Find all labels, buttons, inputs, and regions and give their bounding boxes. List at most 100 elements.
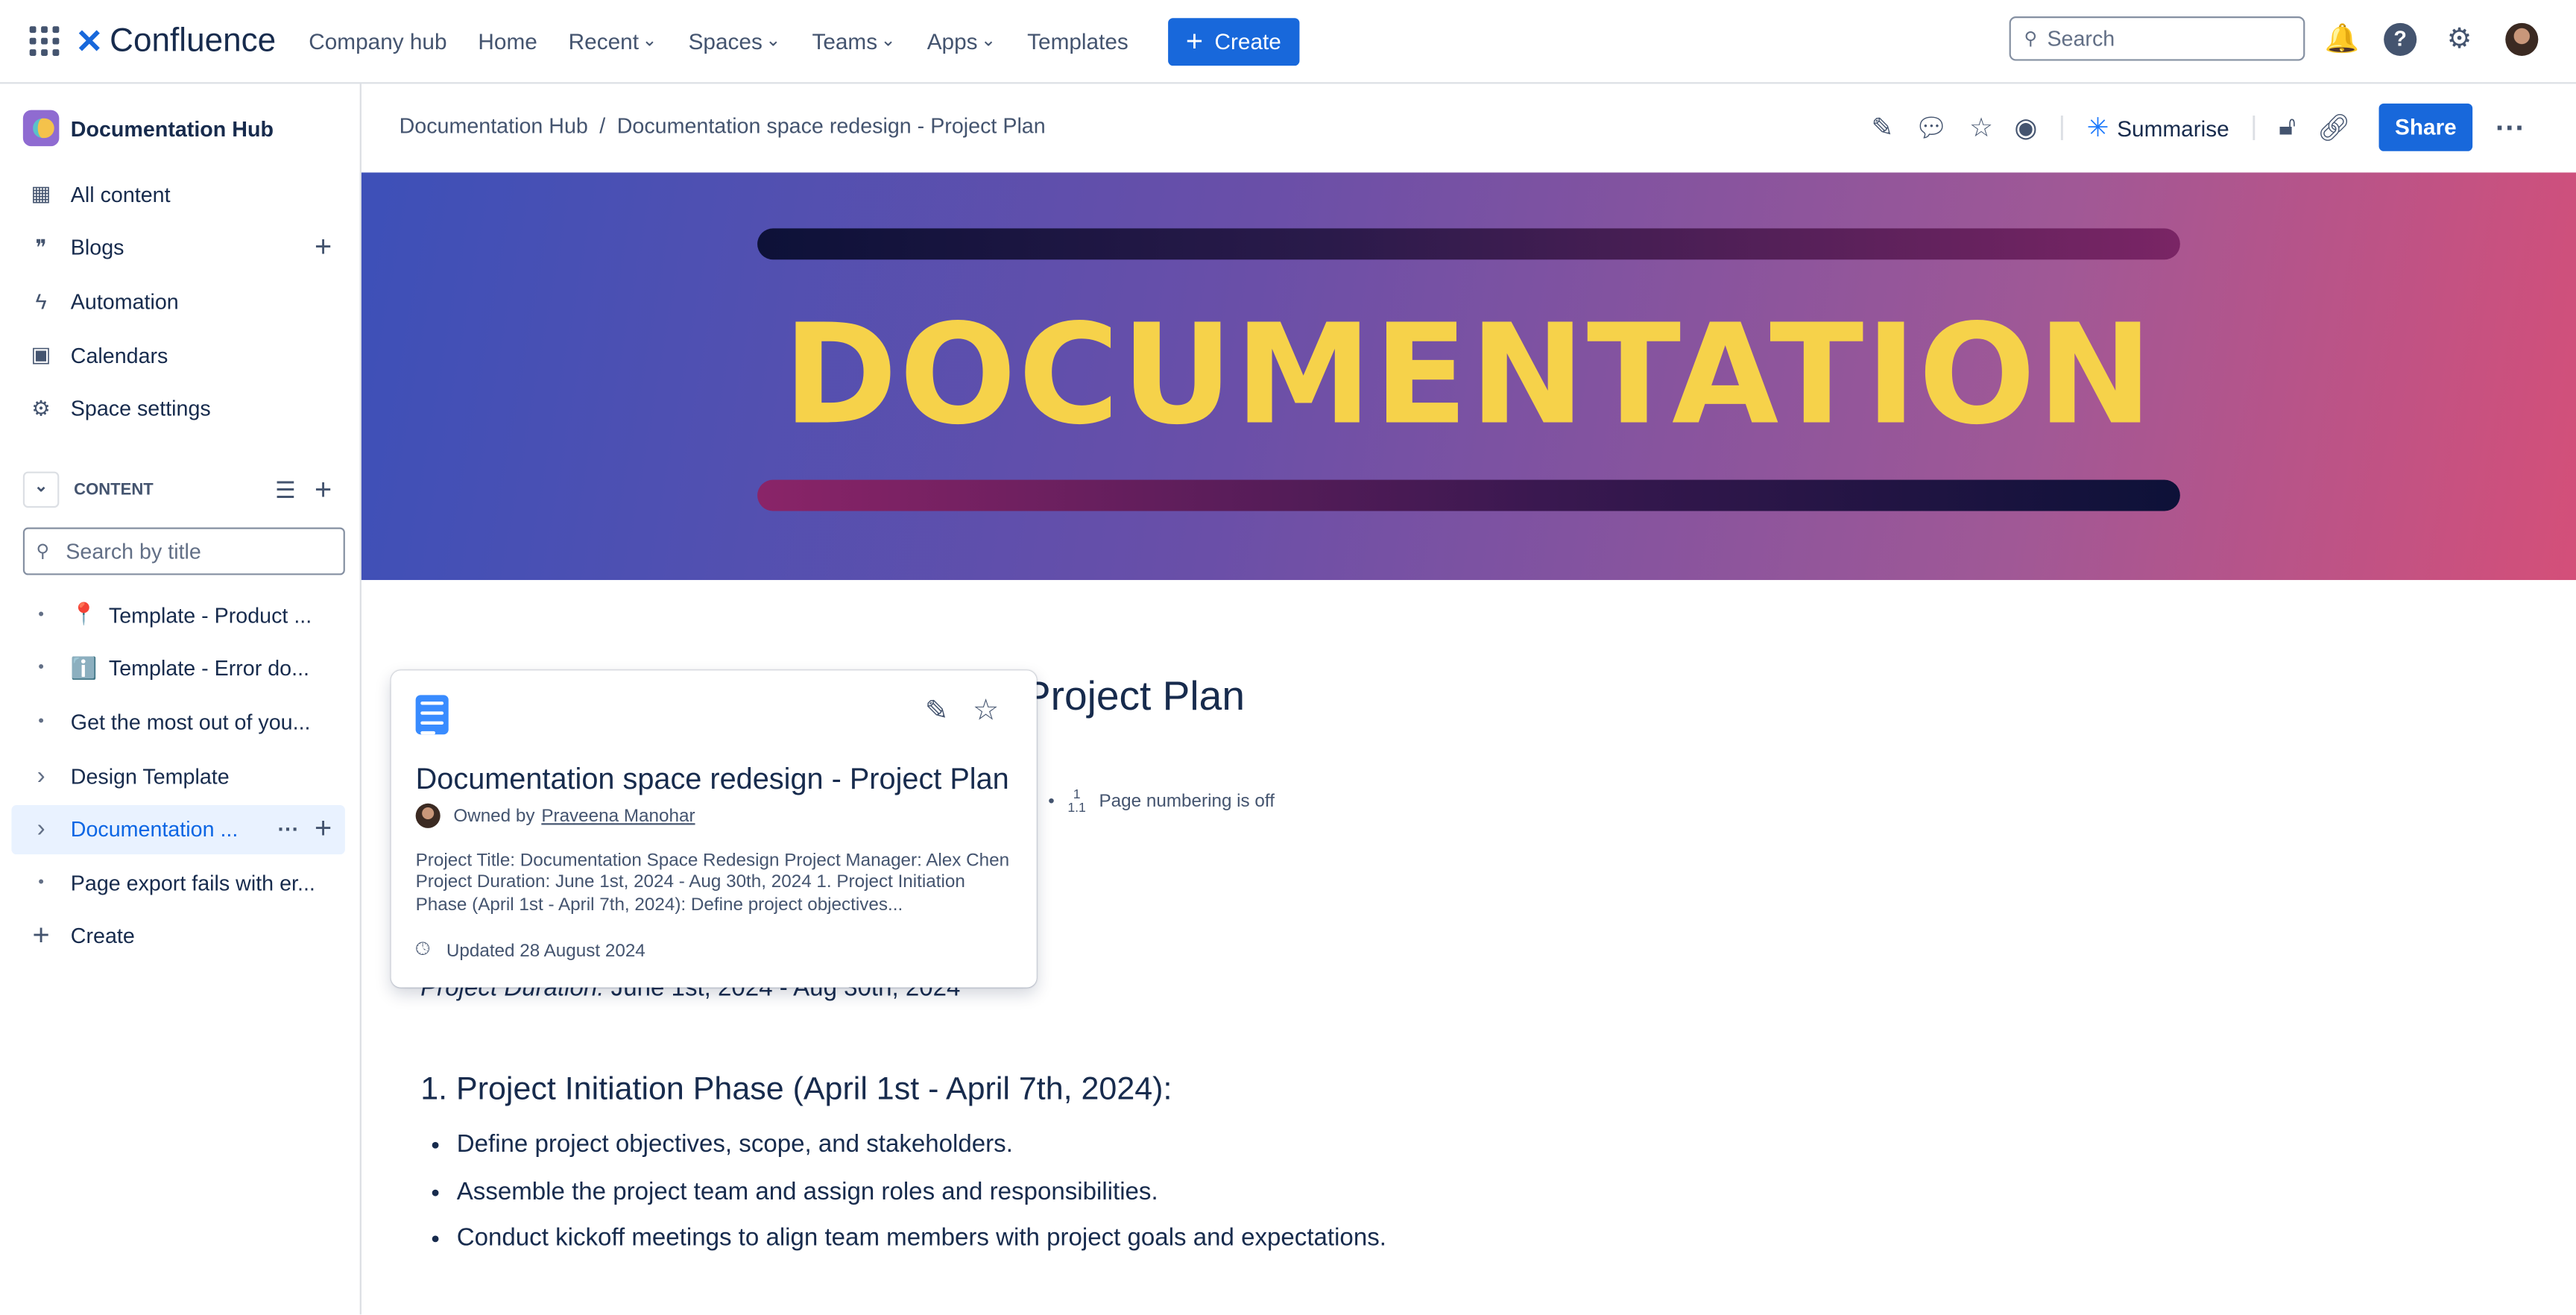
chevron-down-icon[interactable]: ⌄ <box>22 471 60 508</box>
nav-templates[interactable]: Templates <box>1027 29 1128 54</box>
sidebar-item-label: All content <box>70 181 171 206</box>
owner-link[interactable]: Praveena Manohar <box>541 806 695 825</box>
sidebar-item-label: Automation <box>70 288 179 314</box>
edit-pencil-icon[interactable]: ✎ <box>925 695 948 728</box>
sidebar-item-all-content[interactable]: ▦ All content <box>23 172 345 215</box>
nav-home[interactable]: Home <box>478 29 537 54</box>
bullet-icon: • <box>38 659 44 678</box>
content-label: CONTENT <box>74 480 154 499</box>
breadcrumb-space[interactable]: Documentation Hub <box>400 113 588 138</box>
chevron-down-icon[interactable]: ⌄ <box>765 29 780 54</box>
card-title[interactable]: Documentation space redesign - Project P… <box>416 763 1009 797</box>
banner-bar-top <box>757 228 2180 260</box>
card-owner: Owned by Praveena Manohar <box>415 803 695 828</box>
search-by-title-input[interactable]: ⚲ Search by title <box>22 527 345 575</box>
page-emoji-icon: 📍 <box>70 601 98 626</box>
more-actions-icon[interactable]: ··· <box>2496 105 2525 151</box>
nav-apps[interactable]: Apps <box>927 29 978 54</box>
owner-avatar <box>415 803 441 828</box>
page-tree-label: Design Template <box>70 763 230 789</box>
page-numbering-status[interactable]: Page numbering is off <box>1099 792 1275 811</box>
quote-icon: ❞ <box>35 234 47 259</box>
nav-company-hub[interactable]: Company hub <box>309 29 446 54</box>
chevron-down-icon[interactable]: ⌄ <box>881 29 896 54</box>
comment-icon[interactable]: 💬︎ <box>1915 112 1948 145</box>
sidebar-item-label: Blogs <box>70 235 124 260</box>
star-icon[interactable]: ☆ <box>973 693 1000 728</box>
primary-nav: Company hub Home Recent ⌄ Spaces ⌄ Teams ⌄ Apps ⌄… <box>309 29 1128 54</box>
banner-title: DOCUMENTATION <box>783 294 2155 455</box>
chevron-right-icon[interactable]: › <box>23 762 59 789</box>
plus-icon: + <box>32 917 50 951</box>
edit-pencil-icon[interactable]: ✎ <box>1871 112 1893 145</box>
page-actions: ✎ 💬︎ ☆ ◉ | ✳ Summarise | 🔓︎ 🔗︎ <box>1871 105 2350 151</box>
breadcrumb-page[interactable]: Documentation space redesign - Project P… <box>617 113 1046 138</box>
app-switcher-icon[interactable] <box>29 26 60 56</box>
add-child-icon[interactable]: + <box>315 812 332 846</box>
sidebar-create[interactable]: + Create <box>23 913 345 956</box>
section-heading: 1. Project Initiation Phase (April 1st -… <box>420 1071 1172 1108</box>
top-navigation: ✕ Confluence Company hub Home Recent ⌄ Spaces… <box>0 0 2576 84</box>
page-tree-label: Template - Error do... <box>108 655 310 681</box>
space-name: Documentation Hub <box>70 116 274 141</box>
page-numbering-icon: 1 1.1 <box>1067 786 1086 816</box>
summarise-button[interactable]: ✳ Summarise <box>2087 112 2229 145</box>
star-icon[interactable]: ☆ <box>1969 112 1993 145</box>
create-button[interactable]: + Create <box>1167 17 1300 66</box>
chevron-down-icon[interactable]: ⌄ <box>642 29 657 54</box>
page-tree-item[interactable]: • Get the most out of you... <box>23 697 345 746</box>
chevron-right-icon[interactable]: › <box>23 816 59 843</box>
bullet-item: Assemble the project team and assign rol… <box>457 1169 1386 1216</box>
user-avatar[interactable] <box>2505 22 2539 56</box>
settings-gear-icon[interactable]: ⚙ <box>2443 23 2475 56</box>
sidebar-item-label: Calendars <box>70 342 168 368</box>
chevron-down-icon[interactable]: ⌄ <box>981 29 996 54</box>
more-icon[interactable]: ··· <box>277 817 299 842</box>
confluence-mark-icon: ✕ <box>75 23 104 60</box>
copy-link-icon[interactable]: 🔗︎ <box>2317 112 2351 145</box>
sidebar-item-blogs[interactable]: ❞ Blogs + <box>23 226 345 268</box>
search-icon: ⚲ <box>2024 29 2038 50</box>
page-tree-item[interactable]: • 📍 Template - Product ... <box>23 590 345 639</box>
page-hover-card[interactable]: ✎ ☆ Documentation space redesign - Proje… <box>391 670 1037 988</box>
bullet-icon: • <box>38 874 44 892</box>
grid-icon: ▦ <box>31 180 51 206</box>
page-tree-item[interactable]: › Documentation ... ··· + <box>11 804 345 854</box>
space-header[interactable]: Documentation Hub <box>22 110 274 147</box>
page-document-icon <box>415 695 449 735</box>
content-section-header: ⌄ CONTENT ☰ + <box>22 471 345 508</box>
bullet-icon: • <box>38 713 44 731</box>
sidebar-item-calendars[interactable]: ▣ Calendars <box>23 334 345 376</box>
bullet-icon: • <box>38 605 44 624</box>
page-emoji-icon: ℹ️ <box>70 655 98 680</box>
page-tree-item[interactable]: • Page export fails with er... <box>23 859 345 908</box>
add-content-icon[interactable]: + <box>315 473 332 507</box>
app-name: Confluence <box>110 22 277 59</box>
nav-spaces[interactable]: Spaces <box>689 29 763 54</box>
restrictions-lock-icon[interactable]: 🔓︎ <box>2279 113 2296 143</box>
search-placeholder: Search <box>2047 26 2115 51</box>
search-placeholder: Search by title <box>66 538 201 564</box>
gear-icon: ⚙ <box>31 395 51 420</box>
card-updated: 🕓︎ Updated 28 August 2024 <box>415 939 645 961</box>
page-tree-item[interactable]: • ℹ️ Template - Error do... <box>23 643 345 693</box>
page-tree-item[interactable]: › Design Template <box>23 751 345 800</box>
search-input[interactable]: ⚲ Search <box>2009 16 2305 61</box>
watch-eye-icon[interactable]: ◉ <box>2014 112 2037 145</box>
page-tree-label: Get the most out of you... <box>70 709 311 734</box>
share-label: Share <box>2394 115 2457 140</box>
sidebar-item-automation[interactable]: ϟ Automation <box>23 280 345 323</box>
search-icon: ⚲ <box>36 542 50 562</box>
notifications-icon[interactable]: 🔔 <box>2325 23 2360 56</box>
add-blog-icon[interactable]: + <box>315 230 332 265</box>
nav-teams[interactable]: Teams <box>812 29 877 54</box>
sidebar-item-space-settings[interactable]: ⚙ Space settings <box>23 388 345 430</box>
filter-icon[interactable]: ☰ <box>275 476 296 503</box>
sidebar-item-label: Space settings <box>70 396 211 421</box>
help-icon[interactable]: ? <box>2384 22 2417 56</box>
breadcrumb: Documentation Hub / Documentation space re… <box>399 113 1046 139</box>
share-button[interactable]: Share <box>2378 103 2473 151</box>
page-tree-label: Template - Product ... <box>108 602 312 627</box>
confluence-logo[interactable]: ✕ Confluence <box>75 21 276 62</box>
nav-recent[interactable]: Recent <box>569 29 639 54</box>
